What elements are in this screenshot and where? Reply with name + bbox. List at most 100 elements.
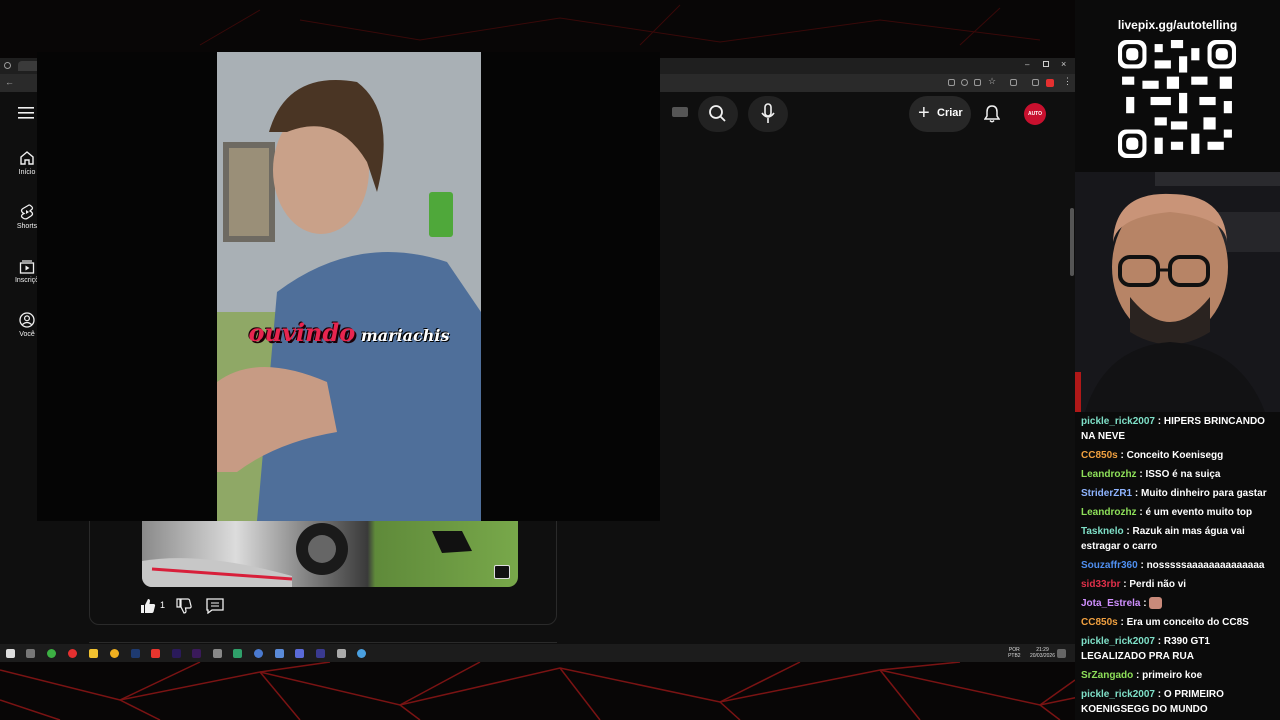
chat-separator: :: [1123, 526, 1133, 537]
eye-off-icon[interactable]: [974, 79, 981, 86]
extension-icon[interactable]: [1032, 79, 1039, 86]
chat-username[interactable]: sid33rbr: [1081, 579, 1120, 590]
chat-message: Leandrozhz : é um evento muito top: [1079, 503, 1276, 522]
thumbs-down-icon[interactable]: [176, 598, 192, 614]
stream-side-panel: livepix.gg/autotelling pickle_rick2007:…: [1075, 0, 1280, 720]
chat-username[interactable]: Leandrozhz: [1081, 507, 1137, 518]
profile-icon[interactable]: [1046, 79, 1054, 87]
chat-separator: :: [1132, 488, 1142, 499]
notifications-bell-icon[interactable]: [984, 105, 1000, 123]
subtitle-word-highlight: ouvindo: [248, 318, 356, 347]
stream-scene: – × ← ☆ ⋮ + Criar AUTO Início Shorts Ins…: [0, 0, 1280, 720]
app-icon[interactable]: [254, 649, 263, 658]
like-count: 1: [160, 600, 166, 610]
page-scrollbar[interactable]: [1070, 208, 1074, 276]
chat-username[interactable]: Leandrozhz: [1081, 469, 1137, 480]
qr-code-icon: [1118, 40, 1236, 158]
sidebar-item-label: Início: [18, 169, 36, 176]
close-window-icon[interactable]: ×: [1061, 59, 1066, 69]
search-icon[interactable]: [698, 96, 738, 132]
system-tray[interactable]: POR PTB2 21:29 20/03/2026: [1008, 647, 1055, 659]
subtitle-word: mariachis: [360, 326, 450, 345]
video-player[interactable]: ouvindo mariachis: [217, 52, 481, 521]
chat-text: Muito dinheiro para gastar: [1141, 488, 1267, 499]
app-icon[interactable]: [47, 649, 56, 658]
chat-username[interactable]: StriderZR1: [1081, 488, 1132, 499]
chat-separator: :: [1154, 636, 1164, 647]
chat-username[interactable]: Jota_Estrela: [1081, 598, 1140, 609]
task-view-icon[interactable]: [26, 649, 35, 658]
avatar-text: AUTO: [1027, 111, 1043, 117]
chat-text: Perdi não vi: [1129, 579, 1187, 590]
app-icon[interactable]: [337, 649, 346, 658]
chat-message: Tasknelo : Razuk ain mas água vai estrag…: [1079, 522, 1276, 556]
donation-link-text: livepix.gg/autotelling: [1117, 18, 1238, 32]
clock-date: 20/03/2026: [1029, 653, 1055, 659]
chat-separator: :: [1137, 560, 1147, 571]
chat-separator: :: [1154, 416, 1164, 427]
avatar[interactable]: AUTO: [1024, 103, 1046, 125]
thumbs-up-icon[interactable]: [140, 598, 156, 614]
file-explorer-icon[interactable]: [89, 649, 98, 658]
car-thumbnail[interactable]: [142, 521, 518, 587]
chat-message: SrZangado : primeiro koe: [1079, 666, 1276, 685]
create-button[interactable]: + Criar: [909, 96, 971, 132]
chat-username[interactable]: pickle_rick2007: [1081, 636, 1155, 647]
comments-icon[interactable]: [206, 598, 224, 614]
chat-text: é um evento muito top: [1145, 507, 1253, 518]
chat-separator: :: [1117, 450, 1127, 461]
app-icon[interactable]: [295, 649, 304, 658]
microphone-icon[interactable]: [748, 96, 788, 132]
photoshop-icon[interactable]: [131, 649, 140, 658]
minimize-icon[interactable]: –: [1025, 60, 1029, 69]
chat-username[interactable]: pickle_rick2007: [1081, 689, 1155, 700]
sidebar-item-label: Shorts: [16, 223, 38, 230]
chat-text: Conceito Koenisegg: [1126, 450, 1224, 461]
windows-start-icon[interactable]: [6, 649, 15, 658]
tab-menu-icon[interactable]: [4, 62, 11, 69]
chat-message: Jota_Estrela :: [1079, 594, 1276, 613]
hamburger-menu-icon[interactable]: [18, 106, 34, 120]
image-gallery-icon[interactable]: [494, 565, 510, 579]
create-button-label: Criar: [937, 107, 963, 119]
back-arrow-icon[interactable]: ←: [5, 77, 14, 87]
maximize-icon[interactable]: [1043, 61, 1049, 67]
keyboard-layout: PTB2: [1008, 653, 1021, 659]
car-image: [142, 523, 472, 587]
bookmark-star-icon[interactable]: ☆: [988, 76, 996, 87]
chat-message: CC850s : Conceito Koenisegg: [1079, 446, 1276, 465]
chat-username[interactable]: SrZangado: [1081, 670, 1133, 681]
chat-username[interactable]: pickle_rick2007: [1081, 416, 1155, 427]
chat-username[interactable]: CC850s: [1081, 617, 1118, 628]
audition-icon[interactable]: [316, 649, 325, 658]
chat-message: Souzaffr360 : nosssssaaaaaaaaaaaaaa: [1079, 556, 1276, 575]
streamer-camera-image: [1075, 172, 1280, 412]
extension-icon[interactable]: [948, 79, 955, 86]
app-icon[interactable]: [213, 649, 222, 658]
keyboard-icon[interactable]: [672, 107, 688, 117]
chat-username[interactable]: Souzaffr360: [1081, 560, 1138, 571]
chat-separator: :: [1133, 670, 1143, 681]
app-icon[interactable]: [357, 649, 366, 658]
sidebar-item-label: Inscriçõ: [14, 277, 40, 284]
brave-icon[interactable]: [151, 649, 160, 658]
media-encoder-icon[interactable]: [192, 649, 201, 658]
app-icon[interactable]: [233, 649, 242, 658]
kebab-menu-icon[interactable]: ⋮: [1063, 76, 1072, 87]
clock[interactable]: 21:29 20/03/2026: [1030, 647, 1055, 659]
chrome-icon[interactable]: [110, 649, 119, 658]
language-indicator[interactable]: POR PTB2: [1008, 647, 1021, 659]
app-icon[interactable]: [68, 649, 77, 658]
chat-message: sid33rbr : Perdi não vi: [1079, 575, 1276, 594]
home-icon: [20, 151, 34, 165]
chat-username[interactable]: Tasknelo: [1081, 526, 1124, 537]
app-icon[interactable]: [275, 649, 284, 658]
chat-message: pickle_rick2007 : R390 GT1 LEGALIZADO PR…: [1079, 632, 1276, 666]
chat-username[interactable]: CC850s: [1081, 450, 1118, 461]
video-frame-image: [217, 52, 481, 521]
extension-icon[interactable]: [1010, 79, 1017, 86]
notification-center-icon[interactable]: [1057, 649, 1066, 658]
premiere-icon[interactable]: [172, 649, 181, 658]
emote-icon: [1149, 597, 1163, 610]
zoom-icon[interactable]: [961, 79, 968, 86]
